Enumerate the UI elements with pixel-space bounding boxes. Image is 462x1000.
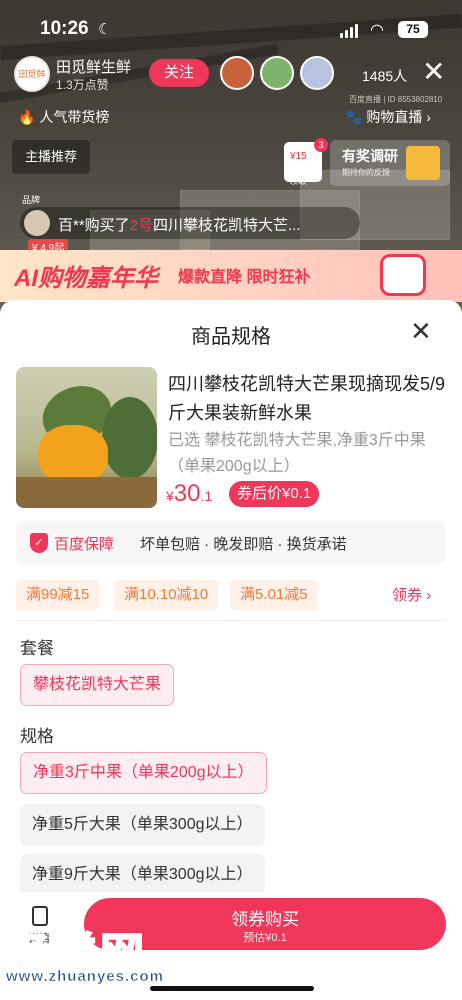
spec-option[interactable]: 净重9斤大果（单果300g以上）	[20, 854, 265, 896]
coupon-widget-badge: 3	[314, 138, 328, 152]
package-label: 套餐	[20, 639, 54, 658]
coupon-tag[interactable]: 满99减15	[16, 580, 100, 610]
package-option[interactable]: 攀枝花凯特大芒果	[20, 664, 175, 706]
purchase-ticker: 百**购买了2号四川攀枝花凯特大芒...	[20, 207, 360, 239]
ticker-prefix: 百**购买了	[58, 217, 130, 234]
guarantee-name: 百度保障	[54, 536, 115, 553]
anchor-recommend-button[interactable]: 主播推荐	[12, 140, 90, 174]
battery-icon: 75	[398, 21, 428, 38]
viewer-avatar[interactable]	[300, 56, 334, 90]
survey-widget[interactable]: 有奖调研 期待你的反馈	[330, 140, 450, 186]
coupon-widget-label: 领取	[289, 176, 308, 186]
host-avatar[interactable]: 田觅鲜	[14, 56, 50, 92]
survey-title: 有奖调研	[342, 148, 398, 164]
viewer-count[interactable]: 1485人	[362, 66, 407, 86]
home-indicator[interactable]	[150, 986, 314, 991]
guarantee-items: 坏单包赔 · 晚发即赔 · 换货承诺	[140, 536, 347, 553]
viewer-avatar[interactable]	[220, 56, 254, 90]
close-icon[interactable]: ✕	[410, 316, 432, 346]
shopping-live-label: 购物直播	[366, 109, 423, 125]
price-decimal: .1	[200, 488, 213, 504]
popular-rank-label: 人气带货榜	[39, 109, 110, 125]
watermark-url: www.zhuanyes.com	[6, 968, 164, 986]
follow-button[interactable]: 关注	[149, 59, 209, 87]
after-coupon-price: 券后价¥0.1	[229, 481, 320, 507]
promo-banner[interactable]: AI购物嘉年华 爆款直降 限时狂补	[0, 250, 462, 302]
coupon-widget-amount: ¥15	[290, 151, 307, 162]
selected-spec: 已选 攀枝花凯特大芒果,净重3斤中果（单果200g以上）	[168, 432, 426, 475]
wifi-icon: ◠	[370, 22, 384, 39]
spec-option[interactable]: 净重3斤中果（单果200g以上）	[20, 752, 267, 794]
spec-label: 规格	[20, 727, 54, 746]
moon-icon: ☾	[98, 21, 112, 38]
shield-icon: ✓	[30, 533, 48, 553]
status-time: 10:26	[40, 18, 89, 39]
close-icon[interactable]: ✕	[422, 58, 445, 86]
shopping-live-tag[interactable]: 🐾 购物直播 ›	[345, 107, 431, 127]
promo-subtitle: 爆款直降 限时狂补	[178, 269, 311, 286]
product-image[interactable]	[16, 367, 157, 508]
ticker-number: 2号	[129, 217, 154, 234]
status-bar: 10:26 ☾ ◠ 75	[0, 0, 462, 56]
spec-option[interactable]: 净重5斤大果（单果300g以上）	[20, 804, 265, 846]
popular-rank-tag[interactable]: 🔥 人气带货榜	[18, 107, 109, 127]
coupon-tag[interactable]: 满5.01减5	[230, 580, 318, 610]
gift-icon	[406, 146, 440, 180]
room-id: 百度直播 | ID 8553802810	[349, 95, 443, 104]
promo-title: AI购物嘉年华	[14, 265, 158, 292]
survey-subtitle: 期待你的反馈	[342, 168, 390, 177]
coupon-tag[interactable]: 满10.10减10	[114, 580, 219, 610]
host-likes: 1.3万点赞	[56, 78, 109, 92]
divider	[16, 620, 446, 621]
product-price: ¥30.1	[166, 480, 212, 508]
brand-tag: 品牌	[22, 195, 41, 205]
ticker-product: 四川攀枝花凯特大芒...	[153, 217, 301, 234]
viewer-avatar[interactable]	[260, 56, 294, 90]
buyer-avatar	[24, 210, 50, 236]
product-name: 四川攀枝花凯特大芒果现摘现发5/9斤大果装新鲜水果	[168, 374, 446, 423]
sheet-title: 商品规格	[191, 326, 271, 348]
price-symbol: ¥	[166, 488, 174, 504]
robot-icon	[380, 254, 426, 296]
claim-coupon-link[interactable]: 领券 ›	[392, 584, 431, 605]
signal-icon	[340, 24, 358, 38]
price-integer: 30	[173, 480, 201, 507]
guarantee-bar[interactable]: ✓ 百度保障 坏单包赔 · 晚发即赔 · 换货承诺	[16, 521, 446, 565]
host-name: 田觅鲜生鲜	[56, 59, 132, 76]
